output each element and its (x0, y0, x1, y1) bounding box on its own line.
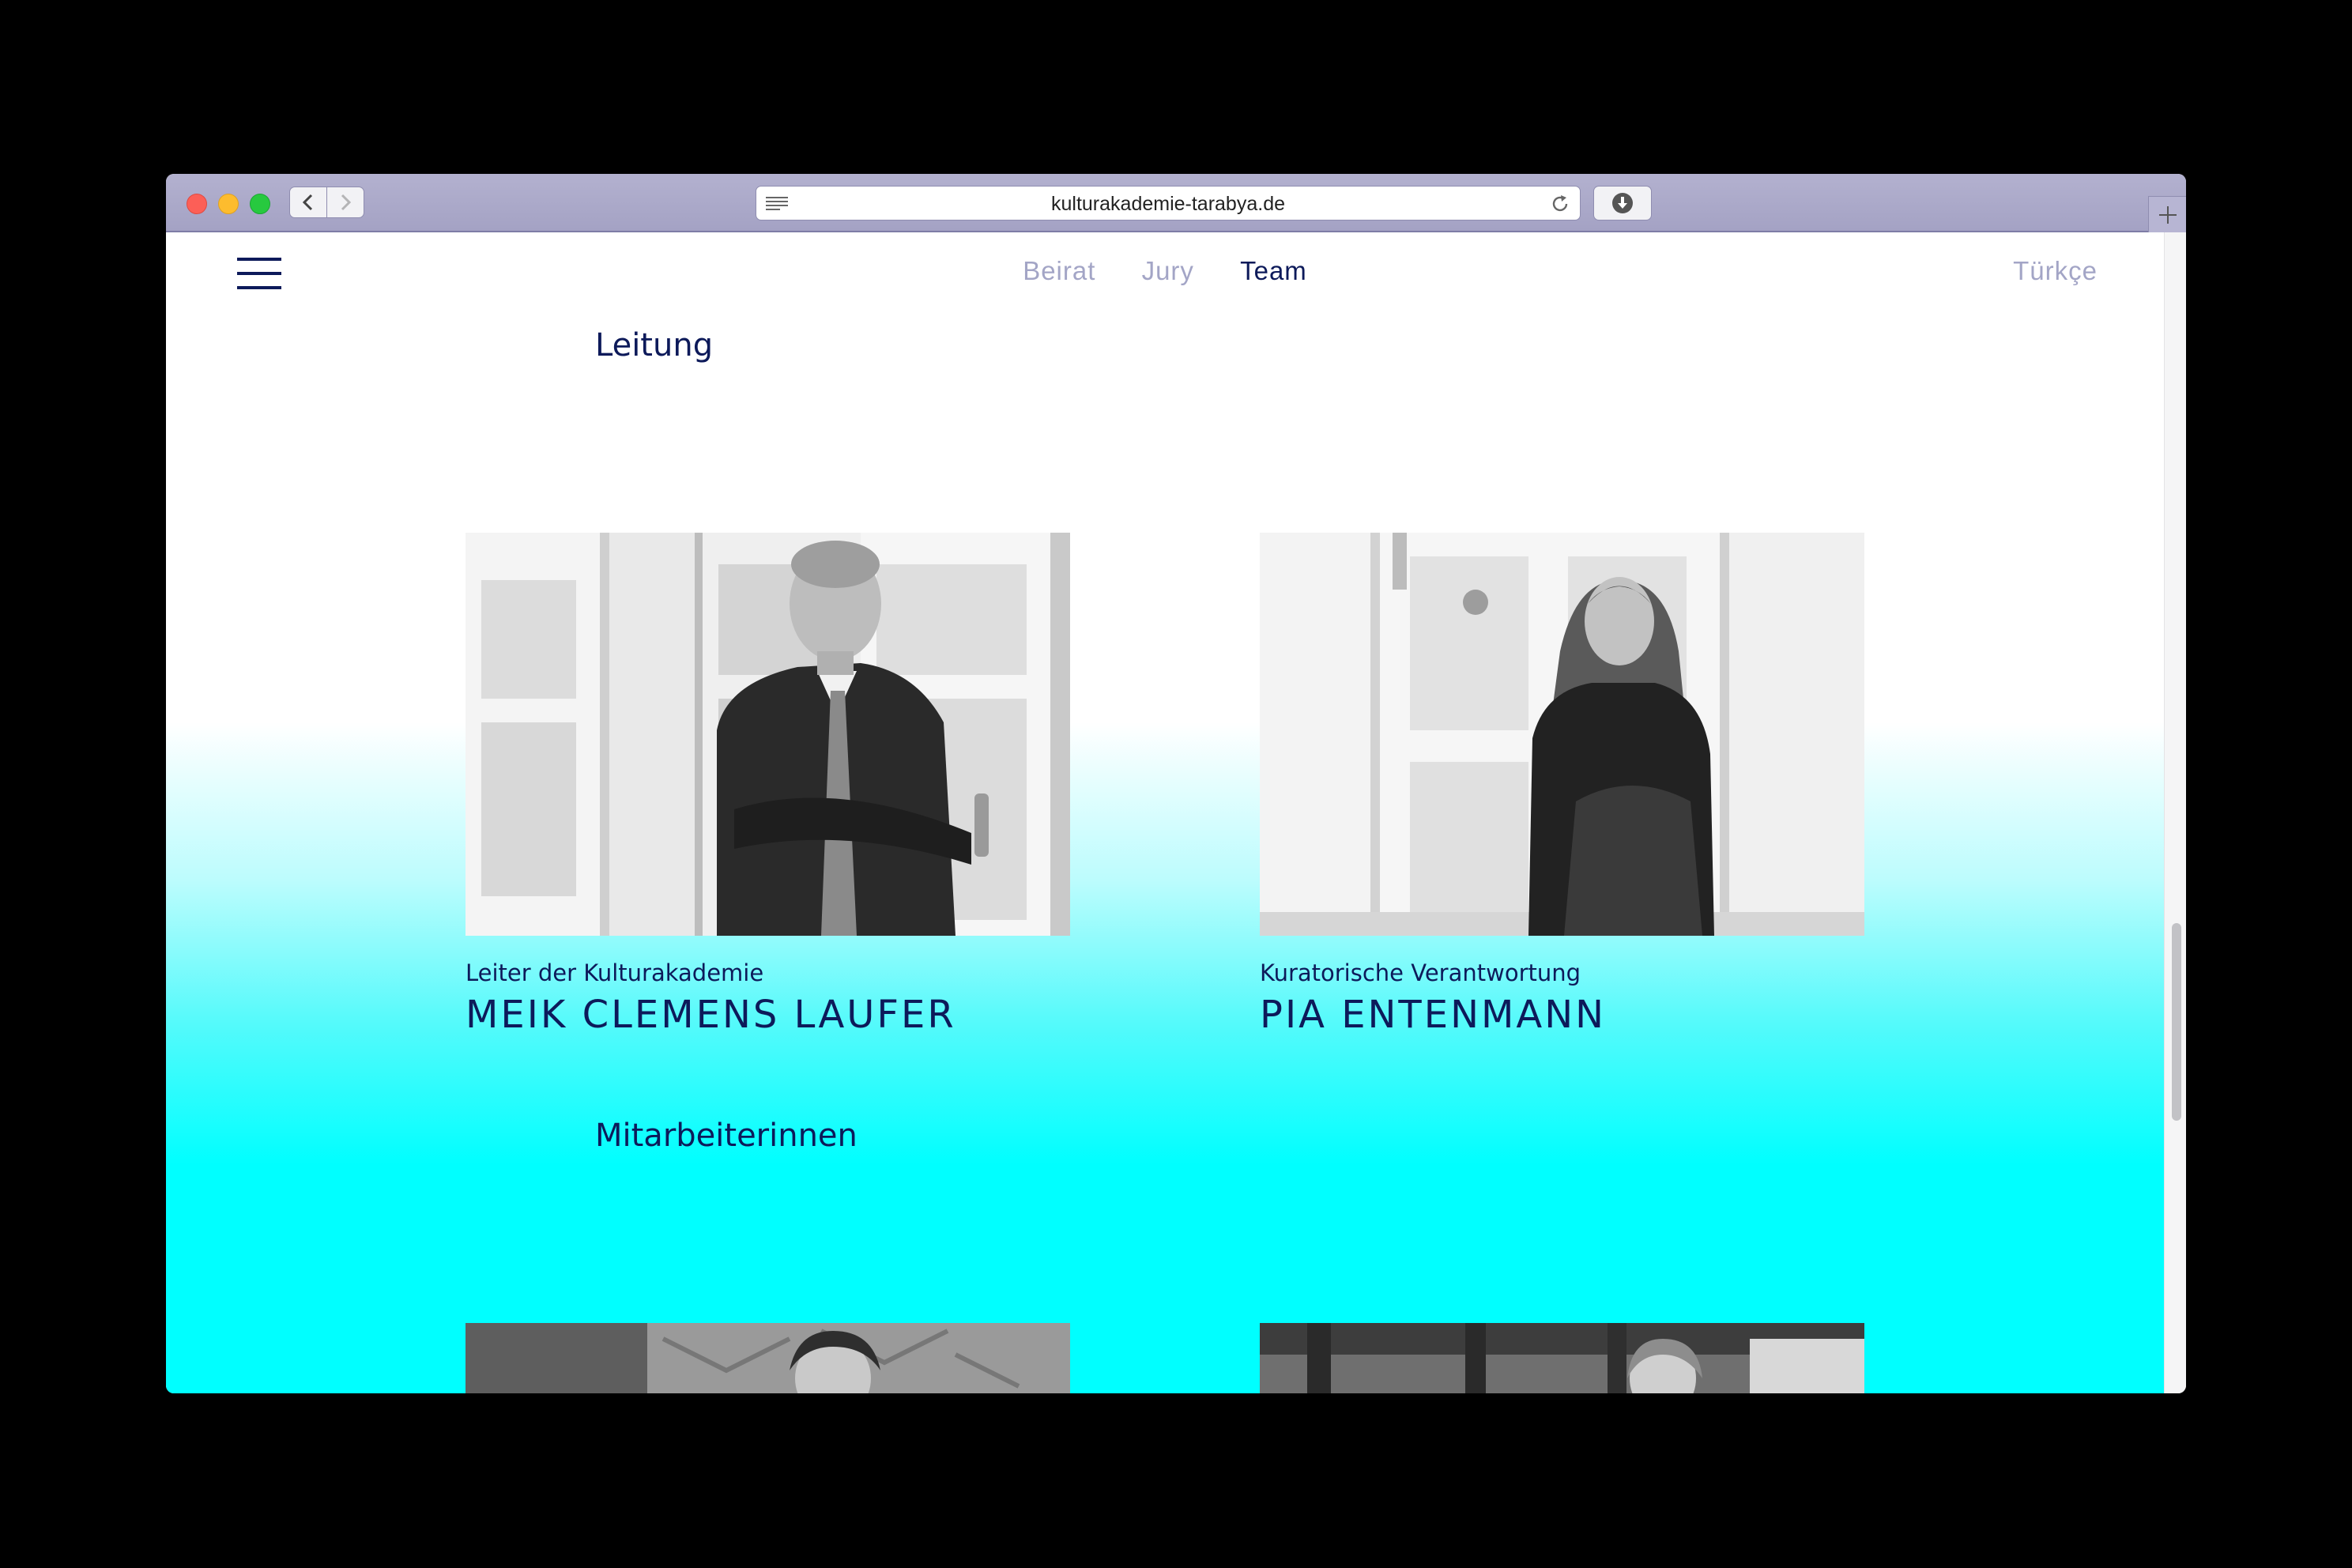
plus-icon (2158, 205, 2177, 224)
chevron-right-icon (341, 194, 352, 211)
close-window-button[interactable] (187, 194, 207, 214)
chevron-left-icon (302, 194, 313, 211)
downloads-button[interactable] (1593, 186, 1652, 220)
zoom-window-button[interactable] (250, 194, 270, 214)
photo-meik-clemens-laufer (466, 533, 1070, 936)
name-meik-clemens-laufer: MEIK CLEMENS LAUFER (466, 993, 956, 1037)
new-tab-button[interactable] (2148, 196, 2186, 232)
section-title-leitung: Leitung (595, 327, 714, 364)
photo-staff-1 (466, 1323, 1070, 1393)
nav-item-team[interactable]: Team (1240, 256, 1307, 285)
role-meik-clemens-laufer: Leiter der Kulturakademie (466, 959, 764, 986)
minimize-window-button[interactable] (218, 194, 239, 214)
scrollbar-thumb[interactable] (2172, 923, 2181, 1121)
address-bar[interactable]: kulturakademie-tarabya.de (756, 186, 1581, 220)
browser-window: kulturakademie-tarabya.de Beirat Jury Te… (166, 174, 2186, 1393)
forward-button[interactable] (326, 187, 364, 218)
page-content: Beirat Jury Team Türkçe Leitung Leiter d… (166, 232, 2164, 1393)
photo-staff-2 (1260, 1323, 1864, 1393)
name-pia-entenmann: PIA ENTENMANN (1260, 993, 1607, 1037)
back-button[interactable] (289, 187, 327, 218)
nav-item-beirat[interactable]: Beirat (1023, 256, 1095, 285)
reload-icon[interactable] (1550, 194, 1570, 214)
nav-item-jury[interactable]: Jury (1142, 256, 1194, 285)
language-switch[interactable]: Türkçe (2013, 256, 2098, 286)
section-title-mitarbeiterinnen: Mitarbeiterinnen (595, 1118, 858, 1154)
role-pia-entenmann: Kuratorische Verantwortung (1260, 959, 1581, 986)
vertical-scrollbar[interactable] (2164, 232, 2186, 1393)
url-text: kulturakademie-tarabya.de (1051, 193, 1285, 215)
photo-pia-entenmann (1260, 533, 1864, 936)
main-nav: Beirat Jury Team (166, 256, 2164, 286)
download-icon (1612, 193, 1633, 213)
browser-toolbar: kulturakademie-tarabya.de (166, 174, 2186, 232)
